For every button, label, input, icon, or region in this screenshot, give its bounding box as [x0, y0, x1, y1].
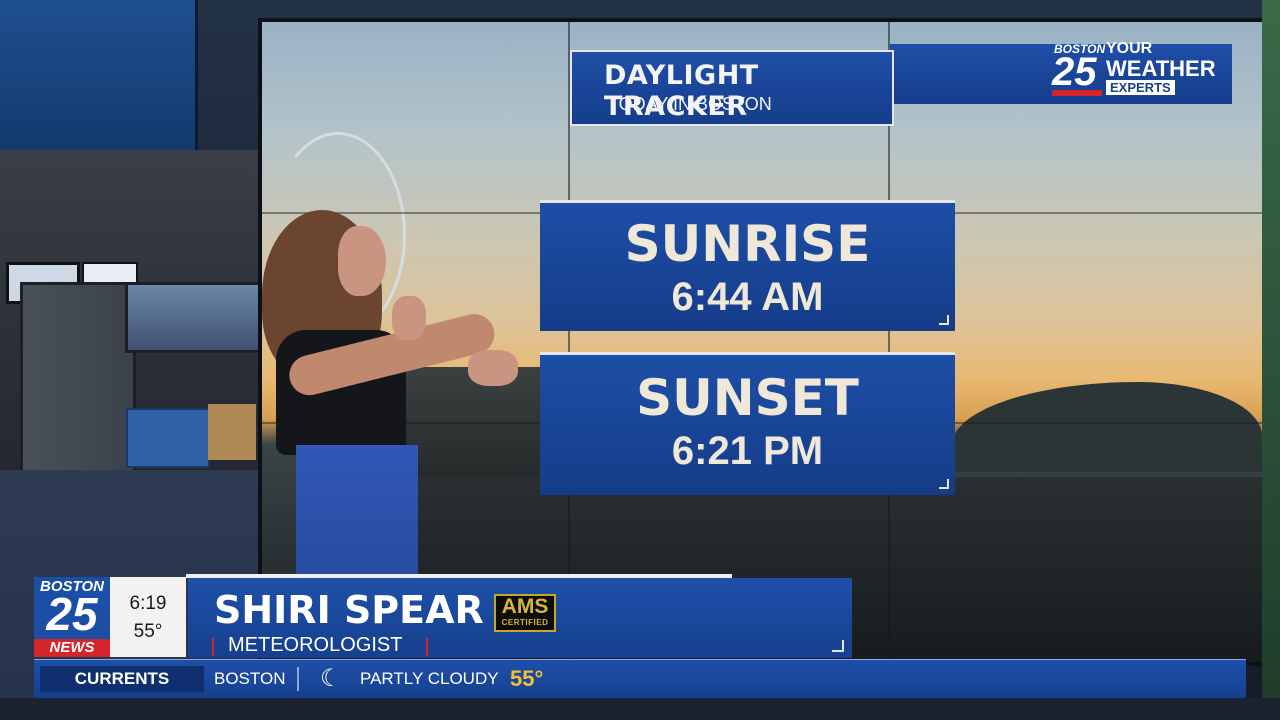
- logo-line2: WEATHER: [1106, 56, 1216, 81]
- currents-ticker: CURRENTS BOSTON ☾ PARTLY CLOUDY 55°: [34, 659, 1246, 698]
- sunset-panel: SUNSET 6:21 PM: [540, 352, 955, 495]
- ticker-section-label: CURRENTS: [40, 666, 204, 692]
- logo-line3: EXPERTS: [1106, 80, 1175, 95]
- ticker-city: BOSTON: [214, 669, 286, 688]
- logo-red-bar: [1052, 90, 1102, 96]
- ticker-temperature: 55°: [510, 666, 544, 691]
- ams-certified-badge: AMS CERTIFIED: [494, 594, 556, 632]
- presenter-skirt: [296, 445, 418, 585]
- panel-corner: [939, 479, 949, 489]
- sunset-label: SUNSET: [636, 369, 859, 427]
- ticker-condition: PARTLY CLOUDY: [360, 669, 499, 688]
- presenter-name: SHIRI SPEAR: [214, 588, 484, 632]
- title-tick: [212, 638, 214, 656]
- sunrise-panel: SUNRISE 6:44 AM: [540, 200, 955, 331]
- name-plate: SHIRI SPEAR METEOROLOGIST AMS CERTIFIED: [188, 578, 852, 658]
- presenter-face: [338, 226, 386, 296]
- current-temperature: 55°: [133, 621, 163, 642]
- station-logo: BOSTON 25 YOUR WEATHER EXPERTS: [1052, 38, 1232, 100]
- storage-bins: [126, 408, 210, 468]
- panel-corner: [939, 315, 949, 325]
- presenter-title: METEOROLOGIST: [228, 634, 403, 656]
- clock-time: 6:19: [129, 593, 167, 614]
- side-screen: [1262, 0, 1280, 720]
- news-logo-brand: NEWS: [34, 639, 110, 657]
- news-logo-number: 25: [46, 588, 98, 640]
- office-shelf: [125, 282, 263, 353]
- studio-monitor: [0, 0, 198, 150]
- title-tick: [426, 638, 428, 656]
- presenter-hand: [392, 296, 426, 340]
- bottom-strip: [0, 698, 1280, 720]
- moon-cloud-icon: ☾: [320, 664, 342, 692]
- badge-line2: CERTIFIED: [501, 618, 549, 627]
- cardboard-box: [208, 404, 256, 460]
- time-temp-box: 6:19 55°: [110, 577, 186, 657]
- plate-corner: [832, 640, 844, 652]
- presenter-hand: [468, 350, 518, 386]
- header-subtitle: TODAY IN BOSTON: [608, 94, 772, 114]
- news-logo: BOSTON 25 NEWS: [34, 577, 110, 657]
- sunrise-time: 6:44 AM: [671, 275, 824, 319]
- cubicle-wall: [20, 282, 136, 473]
- sunrise-label: SUNRISE: [624, 215, 871, 273]
- badge-line1: AMS: [501, 595, 549, 618]
- logo-number: 25: [1052, 50, 1097, 94]
- ticker-divider: [297, 667, 299, 691]
- sunset-time: 6:21 PM: [671, 429, 824, 473]
- daylight-tracker-header: DAYLIGHT TRACKER TODAY IN BOSTON: [570, 50, 894, 126]
- hill-silhouette: [952, 382, 1262, 472]
